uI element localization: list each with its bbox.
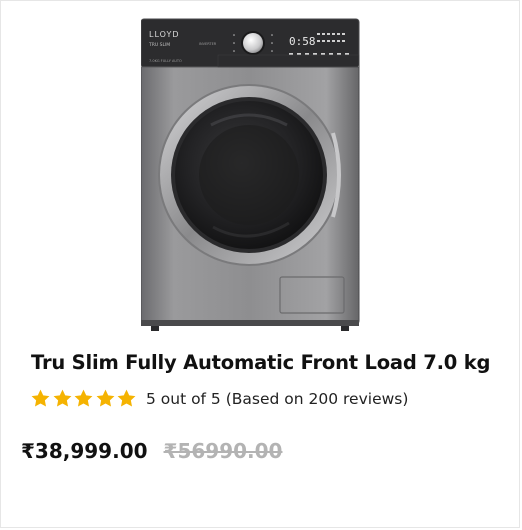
current-price: ₹38,999.00 — [21, 439, 148, 463]
star-icon — [117, 389, 136, 407]
star-icon — [96, 389, 115, 407]
washing-machine-image[interactable]: LLOYD TRU SLIM 7.0KG FULLY AUTO INVERTER… — [141, 15, 381, 333]
svg-text:7.0KG FULLY AUTO: 7.0KG FULLY AUTO — [149, 59, 182, 63]
rating-text: 5 out of 5 (Based on 200 reviews) — [145, 389, 409, 408]
brand-sub: TRU SLIM — [148, 42, 170, 48]
original-price: ₹56990.00 — [163, 439, 283, 463]
price-block: ₹38,999.00 ₹56990.00 — [21, 439, 282, 463]
star-icon — [53, 389, 72, 407]
star-icon — [31, 389, 50, 407]
product-rating: 5 out of 5 (Based on 200 reviews) — [30, 388, 408, 409]
product-title[interactable]: Tru Slim Fully Automatic Front Load 7.0 … — [31, 351, 490, 374]
star-icon — [74, 389, 93, 407]
product-card[interactable]: LLOYD TRU SLIM 7.0KG FULLY AUTO INVERTER… — [0, 0, 520, 528]
svg-text:INVERTER: INVERTER — [199, 42, 217, 46]
display-reading: 0:58 — [289, 35, 316, 48]
brand-logo: LLOYD — [149, 30, 180, 39]
star-rating — [30, 388, 138, 409]
